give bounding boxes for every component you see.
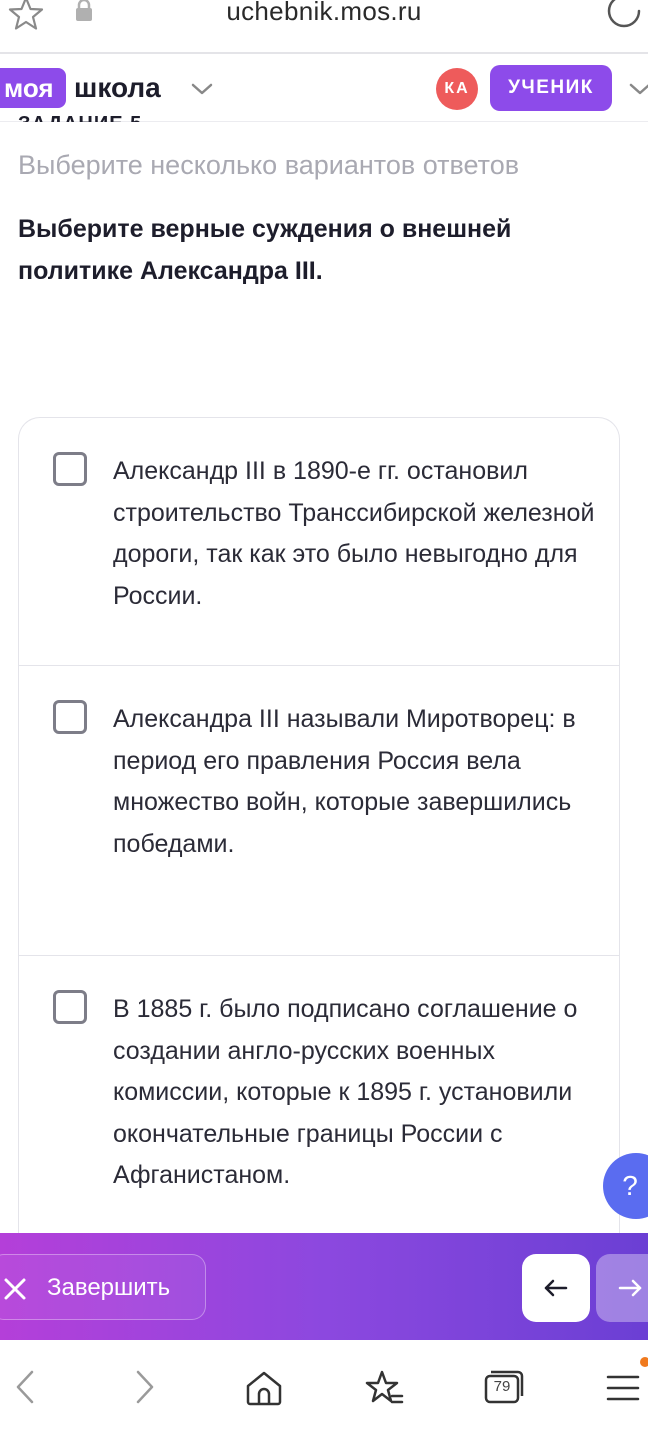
browser-bookmarks-button[interactable] [356,1360,412,1416]
option-checkbox[interactable] [53,990,87,1024]
next-question-button[interactable] [596,1254,648,1322]
arrow-right-icon [618,1279,642,1297]
chevron-down-icon[interactable] [190,80,214,98]
browser-tabs-button[interactable]: 79 [476,1360,532,1416]
url-text[interactable]: uchebnik.mos.ru [0,0,648,27]
answer-option[interactable]: В 1885 г. было подписано соглашение о со… [19,956,619,1277]
option-text: Александра III называли Миротворец: в пе… [113,705,576,858]
task-hint: Выберите несколько вариантов ответов [18,150,520,180]
notification-dot [640,1357,648,1367]
answer-option[interactable]: Александр III в 1890-е гг. остановил стр… [19,418,619,666]
arrow-left-icon [544,1279,568,1297]
close-icon [4,1278,26,1300]
question-text: Выберите верные суждения о внешней полит… [18,215,512,285]
finish-button[interactable]: Завершить [0,1254,206,1320]
chevron-left-icon [16,1370,34,1404]
avatar[interactable]: КА [436,68,478,110]
answer-options: Александр III в 1890-е гг. остановил стр… [18,417,620,1277]
answer-option[interactable]: Александра III называли Миротворец: в пе… [19,666,619,956]
role-badge[interactable]: УЧЕНИК [490,65,612,111]
browser-menu-button[interactable] [596,1360,648,1416]
browser-back-button[interactable] [0,1360,56,1416]
option-text: В 1885 г. было подписано соглашение о со… [113,995,578,1189]
menu-icon [606,1375,640,1401]
task-number: ЗАДАНИЕ 5 [18,106,142,122]
action-bar: Завершить [0,1233,648,1340]
chevron-right-icon [136,1370,154,1404]
logo-word[interactable]: школа [74,68,161,108]
browser-home-button[interactable] [236,1360,292,1416]
finish-label: Завершить [47,1274,171,1301]
home-icon [246,1371,282,1406]
tabs-count: 79 [493,1378,511,1395]
prev-question-button[interactable] [522,1254,590,1322]
star-list-icon [365,1370,404,1404]
browser-address-bar: uchebnik.mos.ru [0,0,648,54]
option-text: Александр III в 1890-е гг. остановил стр… [113,457,595,610]
logo-badge[interactable]: моя [0,68,66,108]
reload-icon[interactable] [604,0,644,32]
option-checkbox[interactable] [53,452,87,486]
option-checkbox[interactable] [53,700,87,734]
chevron-down-icon[interactable] [628,80,648,98]
browser-forward-button[interactable] [120,1360,176,1416]
browser-toolbar: 79 [0,1340,648,1440]
